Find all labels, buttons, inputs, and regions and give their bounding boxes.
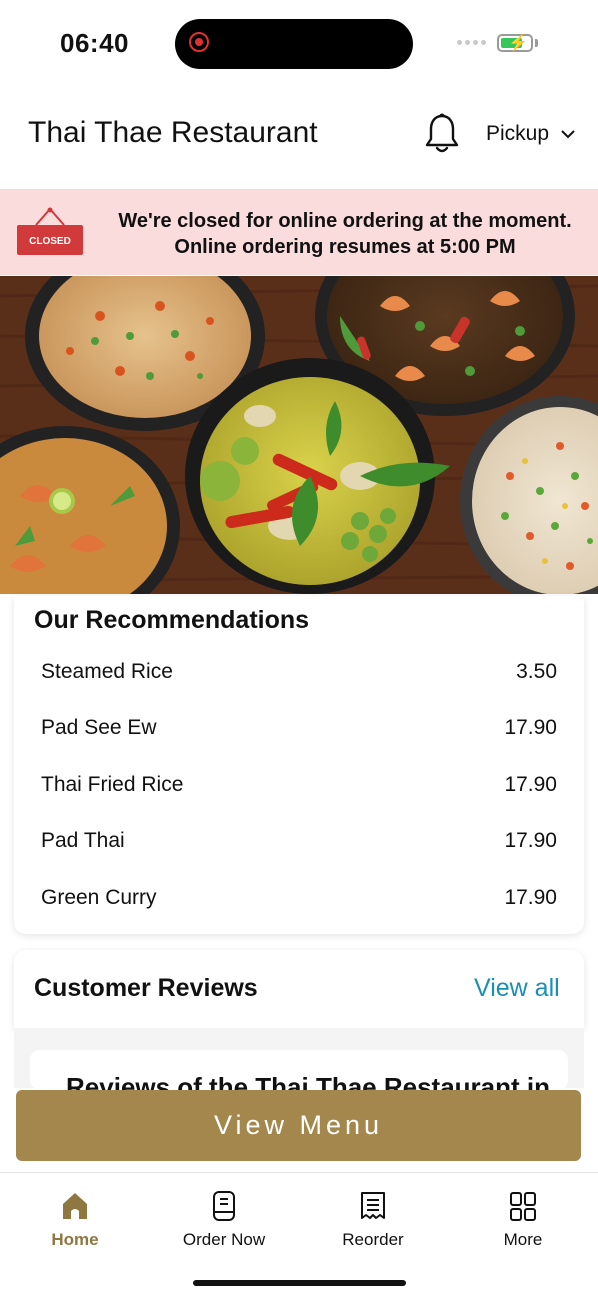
- tab-more[interactable]: More: [463, 1190, 583, 1250]
- recommendation-item[interactable]: Green Curry 17.90: [41, 878, 557, 918]
- tab-label: Order Now: [182, 1230, 266, 1249]
- item-name: Pad See Ew: [41, 716, 157, 739]
- item-name: Pad Thai: [41, 829, 125, 852]
- order-icon: [213, 1191, 235, 1221]
- tab-order-now[interactable]: Order Now: [164, 1190, 284, 1250]
- closed-sign-text: CLOSED: [29, 236, 71, 247]
- closed-sign-icon: CLOSED: [17, 207, 83, 255]
- banner-message: We're closed for online ordering at the …: [100, 208, 590, 260]
- review-preview-text: Reviews of the Thai Thae Restaurant in: [66, 1072, 550, 1090]
- recommendation-item[interactable]: Pad Thai 17.90: [41, 821, 557, 861]
- receipt-icon: [361, 1192, 385, 1219]
- signal-icon: [457, 40, 486, 45]
- banner-line-1: We're closed for online ordering at the …: [118, 210, 572, 232]
- status-time: 06:40: [60, 28, 129, 58]
- pickup-label: Pickup: [486, 122, 550, 145]
- banner-line-2: Online ordering resumes at 5:00 PM: [174, 236, 516, 258]
- item-name: Thai Fried Rice: [41, 773, 184, 796]
- restaurant-title: Thai Thae Restaurant: [28, 116, 318, 149]
- view-all-reviews-link[interactable]: View all: [474, 974, 560, 1003]
- recommendation-item[interactable]: Thai Fried Rice 17.90: [41, 765, 557, 805]
- item-price: 17.90: [504, 716, 557, 739]
- review-card[interactable]: Reviews of the Thai Thae Restaurant in: [30, 1050, 568, 1090]
- tab-label: Home: [51, 1230, 99, 1249]
- view-menu-button[interactable]: View Menu: [16, 1090, 581, 1161]
- bolt-icon: ⚡: [508, 35, 528, 52]
- home-indicator: [193, 1280, 406, 1286]
- recommendation-item[interactable]: Pad See Ew 17.90: [41, 708, 557, 748]
- record-indicator-icon: [189, 32, 209, 52]
- tab-label: Reorder: [342, 1230, 404, 1249]
- chevron-down-icon: [561, 130, 575, 139]
- pickup-selector[interactable]: Pickup: [486, 122, 575, 146]
- hero-food-image: [0, 276, 598, 594]
- recommendation-item[interactable]: Steamed Rice 3.50: [41, 652, 557, 692]
- bell-icon[interactable]: [422, 112, 462, 156]
- grid-icon: [510, 1192, 536, 1221]
- item-price: 17.90: [504, 829, 557, 852]
- battery-tip: [535, 39, 538, 47]
- item-name: Steamed Rice: [41, 660, 173, 683]
- reviews-title: Customer Reviews: [34, 974, 258, 1002]
- item-name: Green Curry: [41, 886, 157, 909]
- home-icon: [63, 1193, 87, 1219]
- tab-reorder[interactable]: Reorder: [313, 1190, 433, 1250]
- recommendations-title: Our Recommendations: [34, 606, 310, 634]
- item-price: 3.50: [516, 660, 557, 683]
- item-price: 17.90: [504, 773, 557, 796]
- tab-label: More: [503, 1230, 543, 1249]
- item-price: 17.90: [504, 886, 557, 909]
- tab-home[interactable]: Home: [15, 1190, 135, 1250]
- dynamic-island: [175, 19, 413, 69]
